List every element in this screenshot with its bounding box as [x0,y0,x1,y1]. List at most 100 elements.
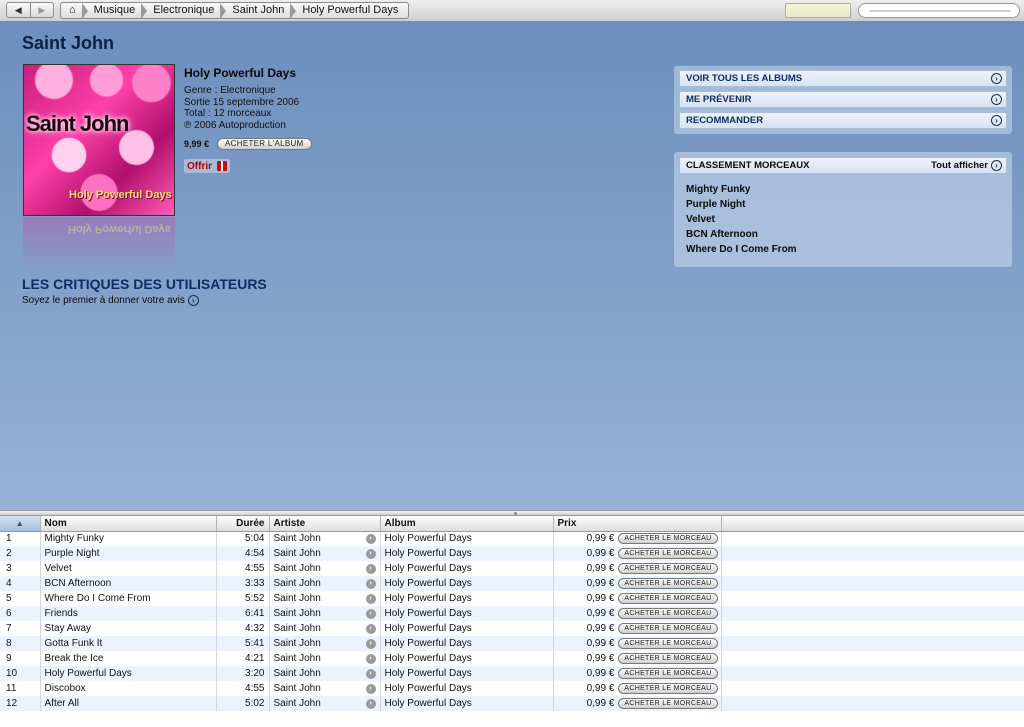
account-field[interactable] [785,3,851,18]
go-to-artist-icon[interactable]: › [365,608,376,619]
album-cover[interactable]: Saint John Holy Powerful Days [23,64,175,216]
top-tracks-heading: CLASSEMENT MORCEAUX [686,160,810,171]
table-row[interactable]: 6 Friends 6:41 Saint John › Holy Powerful… [0,606,1024,621]
top-track-item[interactable]: BCN Afternoon [686,227,1007,242]
buy-album-button[interactable]: Acheter l'album [217,138,312,150]
top-track-item[interactable]: Where Do I Come From [686,242,1007,257]
top-track-item[interactable]: Velvet [686,212,1007,227]
recommend-label: RECOMMANDER [686,115,764,126]
forward-icon[interactable]: ▶ [29,3,54,17]
track-price-cell: 0,99 € Acheter le morceau [553,531,722,546]
buy-track-button[interactable]: Acheter le morceau [618,698,718,709]
sort-ascending-icon: ▲ [15,518,24,528]
go-to-artist-icon[interactable]: › [365,638,376,649]
column-header-name[interactable]: Nom [40,516,217,532]
track-name: Stay Away [40,621,217,636]
buy-track-button[interactable]: Acheter le morceau [618,578,718,589]
buy-track-button[interactable]: Acheter le morceau [618,548,718,559]
go-to-artist-icon[interactable]: › [365,698,376,709]
go-to-artist-icon[interactable]: › [365,533,376,544]
table-row[interactable]: 11 Discobox 4:55 Saint John › Holy Powerf… [0,681,1024,696]
home-icon[interactable]: ⌂ [61,3,88,18]
column-header-artist[interactable]: Artiste [269,516,381,532]
row-filler [721,621,1024,636]
buy-track-button[interactable]: Acheter le morceau [618,668,718,679]
track-artist: Saint John [273,533,321,545]
track-album: Holy Powerful Days [380,666,554,681]
column-header-price[interactable]: Prix [553,516,722,532]
buy-track-button[interactable]: Acheter le morceau [618,593,718,604]
go-to-artist-icon[interactable]: › [365,668,376,679]
go-to-artist-icon[interactable]: › [365,548,376,559]
buy-track-button[interactable]: Acheter le morceau [618,683,718,694]
track-artist: Saint John [273,578,321,589]
track-duration: 3:20 [216,666,270,681]
table-row[interactable]: 9 Break the Ice 4:21 Saint John › Holy Po… [0,651,1024,666]
track-album: Holy Powerful Days [380,606,554,621]
recommend-link[interactable]: RECOMMANDER › [679,112,1007,129]
column-header-number[interactable]: ▲ [0,516,41,532]
table-row[interactable]: 1 Mighty Funky 5:04 Saint John › Holy Pow… [0,531,1024,546]
go-to-artist-icon[interactable]: › [365,683,376,694]
top-tracks-list: Mighty Funky Purple Night Velvet BCN Aft… [686,182,1007,257]
top-track-item[interactable]: Purple Night [686,197,1007,212]
go-to-artist-icon[interactable]: › [365,623,376,634]
track-price: 0,99 € [586,578,615,589]
track-artist: Saint John [273,653,321,664]
track-price: 0,99 € [586,563,615,574]
write-review-label: Soyez le premier à donner votre avis [22,295,185,306]
breadcrumb-album[interactable]: Holy Powerful Days [294,3,408,18]
table-row[interactable]: 7 Stay Away 4:32 Saint John › Holy Powerf… [0,621,1024,636]
top-track-item[interactable]: Mighty Funky [686,182,1007,197]
table-row[interactable]: 3 Velvet 4:55 Saint John › Holy Powerful … [0,561,1024,576]
track-album: Holy Powerful Days [380,696,554,711]
buy-track-button[interactable]: Acheter le morceau [618,653,718,664]
track-number: 9 [0,651,41,666]
column-header-duration[interactable]: Durée [216,516,270,532]
show-all-link[interactable]: Tout afficher › [931,160,1002,171]
go-to-artist-icon[interactable]: › [365,653,376,664]
write-review-link[interactable]: Soyez le premier à donner votre avis › [22,295,267,306]
table-row[interactable]: 12 After All 5:02 Saint John › Holy Power… [0,696,1024,711]
track-number: 10 [0,666,41,681]
page-title: Saint John [22,33,115,53]
track-number: 1 [0,531,41,546]
track-name: Where Do I Come From [40,591,217,606]
row-filler [721,576,1024,591]
go-to-artist-icon[interactable]: › [365,578,376,589]
track-artist: Saint John [273,548,321,559]
see-all-albums-link[interactable]: VOIR TOUS LES ALBUMS › [679,70,1007,87]
buy-track-button[interactable]: Acheter le morceau [618,638,718,649]
go-to-artist-icon[interactable]: › [365,593,376,604]
buy-track-button[interactable]: Acheter le morceau [618,608,718,619]
row-filler [721,546,1024,561]
buy-track-button[interactable]: Acheter le morceau [618,563,718,574]
search-input[interactable] [858,3,1020,18]
album-links-panel: VOIR TOUS LES ALBUMS › ME PRÉVENIR › REC… [674,66,1012,134]
buy-track-button[interactable]: Acheter le morceau [618,533,718,545]
track-album: Holy Powerful Days [380,576,554,591]
row-filler [721,681,1024,696]
cover-artist-text: Saint John [26,111,129,136]
table-row[interactable]: 8 Gotta Funk It 5:41 Saint John › Holy Po… [0,636,1024,651]
breadcrumb-electronique[interactable]: Electronique [145,3,227,18]
track-table: ▲ Nom Durée Artiste Album Prix 1 Mighty … [0,516,1024,727]
table-row[interactable]: 5 Where Do I Come From 5:52 Saint John › … [0,591,1024,606]
table-row[interactable]: 4 BCN Afternoon 3:33 Saint John › Holy Po… [0,576,1024,591]
breadcrumb-artist[interactable]: Saint John [224,3,297,18]
album-page: Saint John Saint John Holy Powerful Days… [0,22,1024,510]
table-row[interactable]: 10 Holy Powerful Days 3:20 Saint John › H… [0,666,1024,681]
track-name: BCN Afternoon [40,576,217,591]
breadcrumb-musique[interactable]: Musique [86,3,147,18]
track-album: Holy Powerful Days [380,591,554,606]
track-artist-cell: Saint John › [269,696,381,711]
back-icon[interactable]: ◀ [7,3,30,17]
table-row[interactable]: 2 Purple Night 4:54 Saint John › Holy Pow… [0,546,1024,561]
column-header-album[interactable]: Album [380,516,554,532]
track-artist-cell: Saint John › [269,546,381,561]
buy-track-button[interactable]: Acheter le morceau [618,623,718,634]
gift-button[interactable]: Offrir [184,159,230,173]
go-to-artist-icon[interactable]: › [365,563,376,574]
track-artist-cell: Saint John › [269,681,381,696]
notify-me-link[interactable]: ME PRÉVENIR › [679,91,1007,108]
